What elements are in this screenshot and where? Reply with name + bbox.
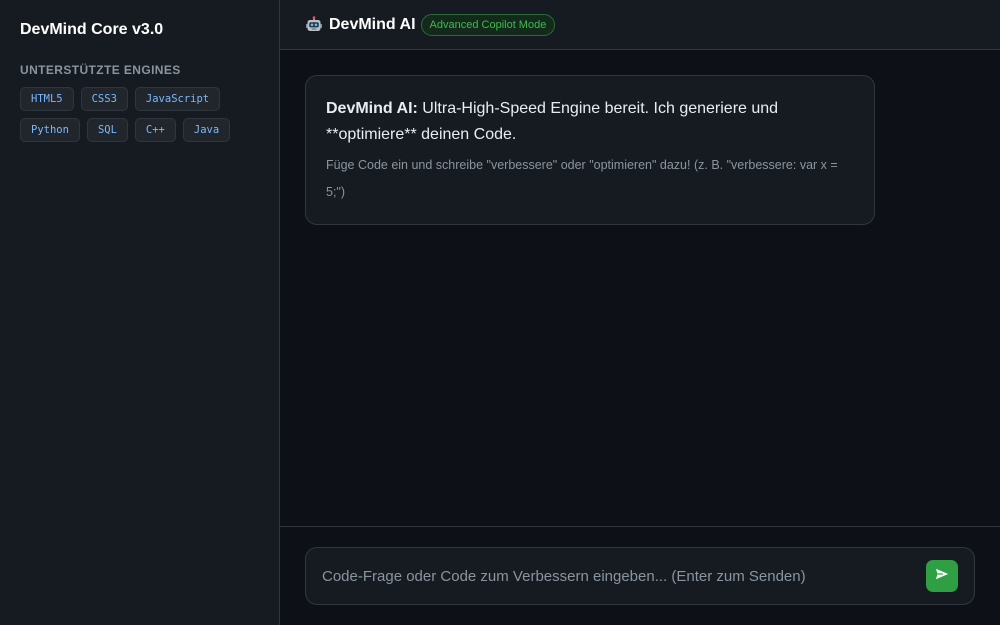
- engines-heading: UNTERSTÜTZTE ENGINES: [20, 63, 181, 77]
- input-area: [280, 526, 1000, 625]
- engine-tag-html5[interactable]: HTML5: [20, 87, 74, 111]
- mode-badge: Advanced Copilot Mode: [420, 13, 556, 36]
- engine-tag-python[interactable]: Python: [20, 118, 80, 142]
- sidebar-title: DevMind Core v3.0: [20, 21, 164, 38]
- engine-tag-sql[interactable]: SQL: [86, 118, 128, 142]
- engine-tag-list: HTML5 CSS3 JavaScript Python SQL C++ Jav…: [20, 87, 260, 142]
- robot-icon: [305, 15, 323, 34]
- chat-area: DevMind AI: Ultra-High-Speed Engine bere…: [280, 50, 1000, 526]
- engine-tag-css3[interactable]: CSS3: [80, 87, 128, 111]
- engine-tag-java[interactable]: Java: [182, 118, 231, 142]
- send-button[interactable]: [926, 560, 958, 592]
- message-hint: Füge Code ein und schreibe "verbessere" …: [326, 158, 838, 199]
- main-panel: DevMind AI Advanced Copilot Mode DevMind…: [280, 0, 1000, 625]
- message-author: DevMind AI:: [326, 100, 418, 117]
- sidebar: DevMind Core v3.0 UNTERSTÜTZTE ENGINES H…: [0, 0, 280, 625]
- engine-tag-cpp[interactable]: C++: [134, 118, 176, 142]
- engine-tag-javascript[interactable]: JavaScript: [134, 87, 221, 111]
- bot-message: DevMind AI: Ultra-High-Speed Engine bere…: [305, 75, 875, 225]
- code-input[interactable]: [322, 567, 926, 585]
- message-text: DevMind AI: Ultra-High-Speed Engine bere…: [326, 96, 854, 148]
- chat-title: DevMind AI: [329, 15, 416, 33]
- input-box: [305, 547, 975, 605]
- chat-header: DevMind AI Advanced Copilot Mode: [280, 0, 1000, 50]
- send-icon: [935, 567, 949, 586]
